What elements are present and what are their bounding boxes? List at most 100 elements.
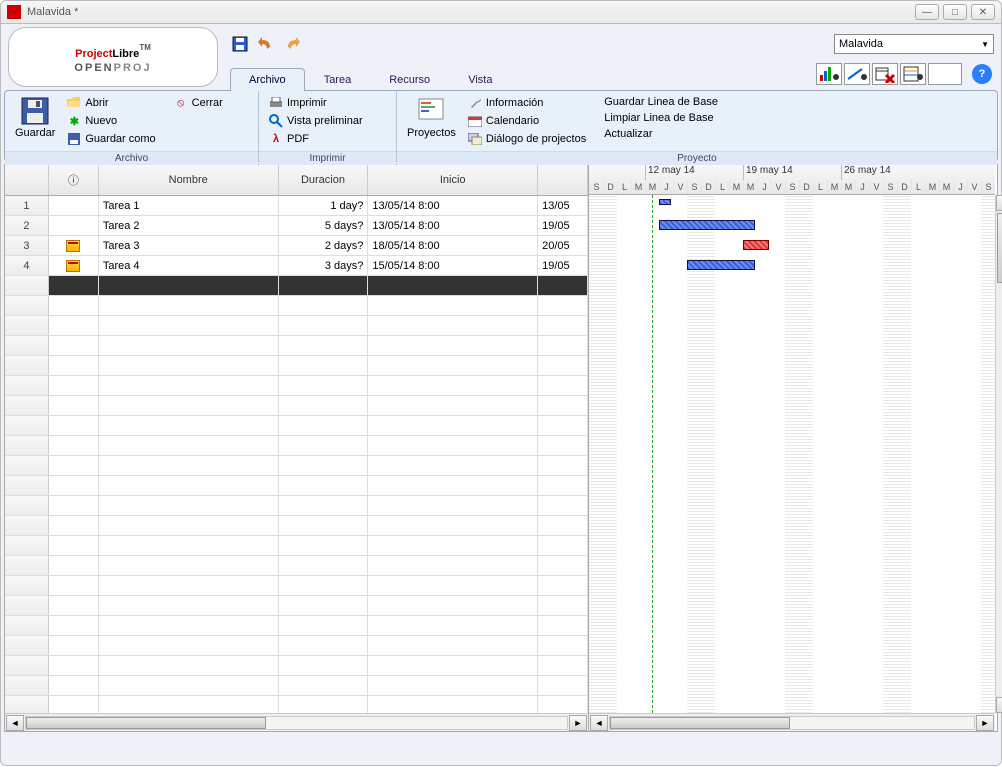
- gantt-bar[interactable]: [659, 220, 755, 230]
- empty-row[interactable]: [5, 356, 588, 376]
- projects-button[interactable]: Proyectos: [405, 95, 458, 141]
- pdf-button[interactable]: λPDF: [267, 131, 365, 147]
- cell-nombre[interactable]: Tarea 4: [99, 256, 279, 275]
- dialog-button[interactable]: Diálogo de projectos: [466, 131, 588, 147]
- scroll-right-icon[interactable]: ►: [976, 715, 994, 731]
- new-button[interactable]: ✱Nuevo: [65, 113, 157, 129]
- cell-fin[interactable]: 19/05: [538, 256, 588, 275]
- calendar-button[interactable]: Calendario: [466, 113, 588, 129]
- redo-icon[interactable]: [282, 34, 302, 54]
- gantt-vscroll[interactable]: ▲ ▼: [995, 195, 1002, 713]
- tab-tarea[interactable]: Tarea: [305, 68, 371, 91]
- table-row[interactable]: 4Tarea 43 days?15/05/14 8:0019/05: [5, 256, 588, 276]
- gantt-bar[interactable]: [743, 240, 769, 250]
- empty-row[interactable]: [5, 596, 588, 616]
- scroll-left-icon[interactable]: ◄: [590, 715, 608, 731]
- empty-row[interactable]: [5, 416, 588, 436]
- empty-row[interactable]: [5, 476, 588, 496]
- empty-row[interactable]: [5, 616, 588, 636]
- cell-fin[interactable]: 19/05: [538, 216, 588, 235]
- day-label: D: [897, 180, 911, 195]
- table-row[interactable]: 3Tarea 32 days?18/05/14 8:0020/05: [5, 236, 588, 256]
- cell-duracion[interactable]: 2 days?: [279, 236, 369, 255]
- tab-archivo[interactable]: Archivo: [230, 68, 305, 91]
- col-nombre[interactable]: Nombre: [99, 165, 279, 195]
- empty-row[interactable]: [5, 536, 588, 556]
- day-label: S: [981, 180, 995, 195]
- pdf-icon: λ: [269, 132, 283, 146]
- cell-nombre[interactable]: Tarea 2: [99, 216, 279, 235]
- gantt-bar[interactable]: [687, 260, 755, 270]
- cell-duracion[interactable]: 5 days?: [279, 216, 369, 235]
- empty-row[interactable]: [5, 316, 588, 336]
- tab-vista[interactable]: Vista: [449, 68, 511, 91]
- cell-inicio[interactable]: 13/05/14 8:00: [368, 216, 538, 235]
- save-baseline-button[interactable]: Guardar Linea de Base: [602, 95, 720, 109]
- close-button[interactable]: ✕: [971, 4, 995, 20]
- day-label: V: [869, 180, 883, 195]
- info-button[interactable]: Información: [466, 95, 588, 111]
- table-row[interactable]: 1Tarea 11 day?13/05/14 8:0013/05: [5, 196, 588, 216]
- cell-inicio[interactable]: 18/05/14 8:00: [368, 236, 538, 255]
- app-icon: [7, 5, 21, 19]
- col-info[interactable]: ⓘ: [49, 165, 99, 195]
- tab-recurso[interactable]: Recurso: [370, 68, 449, 91]
- cell-inicio[interactable]: 13/05/14 8:00: [368, 196, 538, 215]
- empty-row[interactable]: [5, 656, 588, 676]
- undo-icon[interactable]: [256, 34, 276, 54]
- empty-row[interactable]: [5, 496, 588, 516]
- empty-row[interactable]: [5, 576, 588, 596]
- cell-fin[interactable]: 13/05: [538, 196, 588, 215]
- clear-baseline-button[interactable]: Limpiar Linea de Base: [602, 111, 720, 125]
- chart-icon[interactable]: [816, 63, 842, 85]
- table-hscroll[interactable]: ◄ ►: [5, 713, 588, 731]
- scroll-left-icon[interactable]: ◄: [6, 715, 24, 731]
- empty-row[interactable]: [5, 676, 588, 696]
- col-rownum[interactable]: [5, 165, 49, 195]
- gantt-hscroll[interactable]: ◄ ►: [589, 713, 995, 731]
- scroll-down-icon[interactable]: ▼: [996, 697, 1002, 713]
- day-label: L: [813, 180, 827, 195]
- col-fin[interactable]: [538, 165, 588, 195]
- minimize-button[interactable]: —: [915, 4, 939, 20]
- cell-nombre[interactable]: Tarea 1: [99, 196, 279, 215]
- preview-button[interactable]: Vista preliminar: [267, 113, 365, 129]
- empty-row[interactable]: [5, 396, 588, 416]
- cell-inicio[interactable]: 15/05/14 8:00: [368, 256, 538, 275]
- grid-view-icon[interactable]: [900, 63, 926, 85]
- empty-row[interactable]: [5, 336, 588, 356]
- empty-row[interactable]: [5, 296, 588, 316]
- empty-row[interactable]: [5, 456, 588, 476]
- help-icon[interactable]: ?: [972, 64, 992, 84]
- cell-fin[interactable]: 20/05: [538, 236, 588, 255]
- open-button[interactable]: Abrir: [65, 95, 157, 111]
- cell-duracion[interactable]: 3 days?: [279, 256, 369, 275]
- saveas-button[interactable]: Guardar como: [65, 131, 157, 147]
- scroll-right-icon[interactable]: ►: [569, 715, 587, 731]
- print-button[interactable]: Imprimir: [267, 95, 365, 111]
- network-icon[interactable]: [844, 63, 870, 85]
- save-button[interactable]: Guardar: [13, 95, 57, 141]
- save-icon[interactable]: [230, 34, 250, 54]
- maximize-button[interactable]: □: [943, 4, 967, 20]
- col-duracion[interactable]: Duracion: [279, 165, 369, 195]
- empty-row[interactable]: [5, 696, 588, 713]
- empty-row[interactable]: [5, 556, 588, 576]
- empty-row[interactable]: [5, 516, 588, 536]
- close-file-button[interactable]: ⦸Cerrar: [172, 95, 225, 111]
- delete-view-icon[interactable]: [872, 63, 898, 85]
- empty-row[interactable]: [5, 636, 588, 656]
- col-inicio[interactable]: Inicio: [368, 165, 538, 195]
- empty-row[interactable]: [5, 376, 588, 396]
- gantt-bar[interactable]: [659, 199, 671, 205]
- update-button[interactable]: Actualizar: [602, 127, 720, 141]
- group-archivo-label: Archivo: [5, 151, 258, 165]
- scroll-up-icon[interactable]: ▲: [996, 195, 1002, 211]
- project-selector[interactable]: Malavida ▼: [834, 34, 994, 54]
- empty-row[interactable]: [5, 436, 588, 456]
- day-label: J: [855, 180, 869, 195]
- table-row[interactable]: 2Tarea 25 days?13/05/14 8:0019/05: [5, 216, 588, 236]
- cell-nombre[interactable]: Tarea 3: [99, 236, 279, 255]
- insert-row[interactable]: [5, 276, 588, 296]
- cell-duracion[interactable]: 1 day?: [279, 196, 369, 215]
